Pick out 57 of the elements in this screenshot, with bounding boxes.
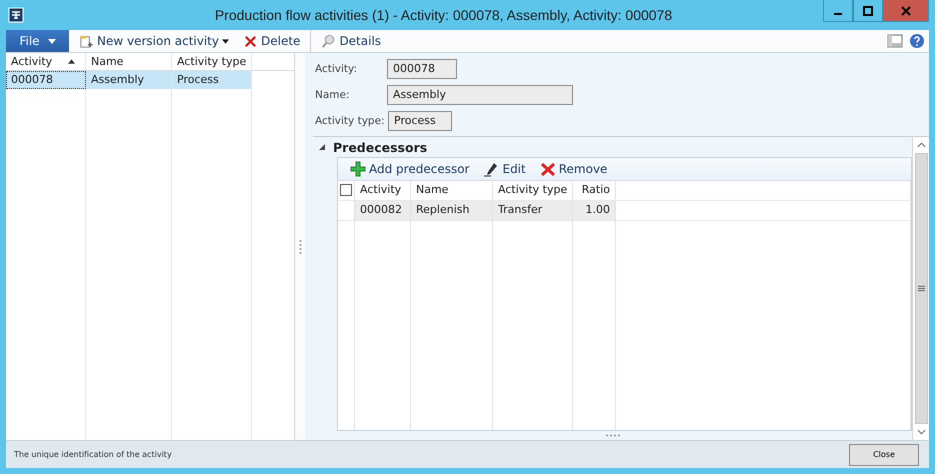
new-document-icon: [79, 34, 94, 48]
collapse-toggle-icon[interactable]: [319, 144, 325, 150]
field-label: Name:: [315, 88, 351, 100]
table-cell: 1.00: [573, 201, 616, 220]
column-header[interactable]: Name: [411, 181, 493, 200]
caret-icon: [48, 39, 56, 44]
table-row[interactable]: 000082 Replenish Transfer 1.00: [338, 201, 911, 221]
layout-icon[interactable]: [887, 33, 903, 49]
delete-icon: [243, 34, 258, 48]
details-button[interactable]: Details: [317, 34, 386, 48]
field-label: Activity:: [315, 62, 358, 74]
file-menu[interactable]: File: [6, 30, 69, 52]
resize-grip-icon[interactable]: [604, 434, 620, 437]
remove-icon: [540, 161, 556, 177]
section-title: Predecessors: [333, 140, 428, 154]
table-cell: Transfer: [493, 201, 573, 220]
scroll-down-icon[interactable]: [916, 429, 926, 435]
column-header[interactable]: Ratio: [573, 181, 616, 200]
input-field[interactable]: Assembly: [387, 84, 573, 104]
splitter-grip-icon[interactable]: [298, 238, 302, 254]
list-row[interactable]: 000078 Assembly Process: [6, 71, 294, 89]
minimize-button[interactable]: [823, 0, 853, 22]
grip-icon: [918, 285, 924, 292]
table-cell: 000082: [355, 201, 411, 220]
plus-icon: [350, 161, 366, 177]
scroll-thumb[interactable]: [914, 153, 928, 424]
table-cell: Process: [172, 71, 252, 89]
delete-button[interactable]: Delete: [239, 34, 304, 48]
table-cell: Assembly: [86, 71, 172, 89]
table-cell: 000078: [6, 71, 86, 89]
input-field[interactable]: 000078: [387, 58, 457, 78]
select-all-checkbox[interactable]: [340, 184, 352, 196]
pencil-icon: [483, 161, 500, 177]
edit-button[interactable]: Edit: [483, 161, 526, 177]
column-header[interactable]: Activity type: [493, 181, 573, 200]
new-button[interactable]: New version activity: [75, 34, 233, 48]
add-button[interactable]: Add predecessor: [350, 161, 470, 177]
caret-icon: [222, 38, 229, 44]
magnifier-icon: [321, 34, 336, 48]
status-text: The unique identification of the activity: [13, 450, 173, 459]
maximize-button[interactable]: [853, 0, 883, 22]
minimize-icon: [834, 12, 842, 14]
vertical-scrollbar[interactable]: [912, 137, 929, 440]
maximize-icon: [863, 6, 873, 16]
help-icon[interactable]: [909, 33, 925, 49]
table-cell: Replenish: [411, 201, 493, 220]
column-header[interactable]: Activity: [355, 181, 411, 200]
input-field[interactable]: Process: [388, 110, 452, 130]
field-label: Activity type:: [315, 114, 385, 126]
remove-button[interactable]: Remove: [540, 161, 608, 177]
close-dialog-button[interactable]: Close: [849, 444, 919, 466]
scroll-up-icon[interactable]: [916, 142, 926, 148]
window-title: Production flow activities (1) - Activity: 000078, Assembly, Activity: 000078: [214, 7, 674, 23]
sort-ascending-icon: [68, 59, 75, 64]
close-icon: [901, 6, 911, 16]
app-icon: [8, 7, 24, 23]
close-button[interactable]: [883, 0, 929, 22]
